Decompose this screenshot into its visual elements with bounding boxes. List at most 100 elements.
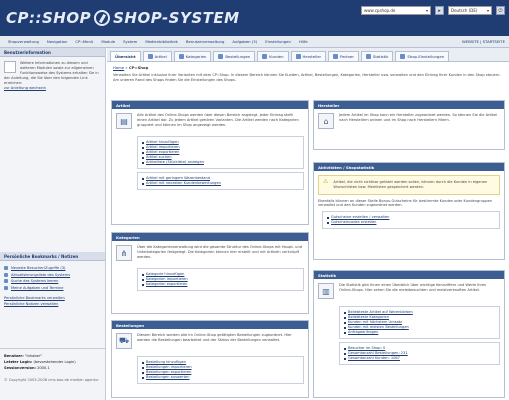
panel-title: Statistik bbox=[314, 271, 504, 279]
panel-title: Bestellungen bbox=[112, 321, 308, 329]
tab-bestellungen[interactable]: Bestellungen bbox=[213, 51, 256, 61]
go-button[interactable]: ▸ bbox=[435, 6, 444, 15]
chart-icon bbox=[365, 54, 371, 59]
panel-text: Die Statistik gibt Ihnen einen Überblick… bbox=[339, 283, 487, 292]
tab-label: Kunden bbox=[269, 54, 284, 59]
bookmark-label: Neueste Besucher/Zugriffe (3) bbox=[11, 266, 66, 271]
factory-icon bbox=[295, 54, 301, 59]
tab-label: Partner bbox=[340, 54, 354, 59]
action-list: Beliebteste Artikel auf Warenkörben Beli… bbox=[339, 306, 500, 339]
session-value: 2000.1 bbox=[37, 366, 50, 370]
stats-list: Besucher im Shop: 0 Gesamtanzahl Bestell… bbox=[339, 342, 500, 365]
menu-hilfe[interactable]: Hilfe bbox=[295, 39, 312, 44]
tree-icon: ⋔ bbox=[116, 245, 132, 261]
folder-icon bbox=[178, 54, 184, 59]
menu-medienbibliothek[interactable]: Medienbibliothek bbox=[141, 39, 182, 44]
menu-system[interactable]: System bbox=[119, 39, 141, 44]
stat-item: Gesamtanzahl Kunden: 1087 bbox=[344, 356, 495, 361]
action-link[interactable]: Anfrageanfragen bbox=[344, 330, 495, 335]
action-link[interactable]: Bestellungen auswerten bbox=[142, 375, 299, 380]
action-link[interactable]: Artikel mit neuesten Kundenbewertungen bbox=[142, 181, 299, 186]
power-icon: ⏻ bbox=[498, 7, 503, 14]
tab-hersteller[interactable]: Hersteller bbox=[290, 51, 327, 61]
sidebar-bookmarks-title: Persönliche Bookmarks / Notizen bbox=[0, 252, 105, 261]
panel-title: Hersteller bbox=[314, 101, 504, 109]
manage-notes-link[interactable]: Persönliche Notizen verwalten bbox=[0, 301, 105, 307]
menu-benutzerverwaltung[interactable]: Benutzerverwaltung bbox=[182, 39, 228, 44]
action-list: Bestellung hinzufügen Bestellungen impor… bbox=[137, 356, 304, 384]
website-select[interactable]: www.cpshop.de ▾ bbox=[361, 6, 431, 15]
tab-kunden[interactable]: Kunden bbox=[257, 51, 289, 61]
panel-text: Diesem Bereich werden alle im Online-Sho… bbox=[137, 333, 292, 342]
tab-partner[interactable]: Partner bbox=[328, 51, 359, 61]
sidebar-info-body: Weitere Informationen zu diesem und weit… bbox=[0, 57, 105, 95]
document-icon: ▤ bbox=[116, 113, 132, 129]
breadcrumb-home[interactable]: Home bbox=[113, 65, 124, 70]
app-header: CP::SHOP SHOP-SYSTEM www.cpshop.de ▾ ▸ D… bbox=[0, 0, 509, 36]
bookmark-list: Neueste Besucher/Zugriffe (3) Aktualisie… bbox=[0, 261, 105, 295]
tab-label: Shop-Einstellungen bbox=[407, 54, 445, 59]
language-select[interactable]: Deutsch (DE) ▾ bbox=[448, 6, 492, 15]
info-document-icon bbox=[4, 61, 16, 73]
bookmark-icon bbox=[4, 279, 8, 284]
shop-logo[interactable]: CP::SHOP SHOP-SYSTEM bbox=[6, 8, 240, 28]
menu-einstellungen[interactable]: Einstellungen bbox=[261, 39, 295, 44]
panel-text: Ebenfalls können an dieser Stelle Bonus-… bbox=[318, 198, 493, 208]
action-list: Gutscheine erstellen / verwalten Gutsche… bbox=[322, 211, 500, 230]
chevron-down-icon: ▾ bbox=[425, 8, 428, 13]
website-select-value: www.cpshop.de bbox=[364, 8, 396, 13]
manual-link[interactable]: zur Anleitung wechseln bbox=[4, 86, 101, 91]
tab-statistik[interactable]: Statistik bbox=[360, 51, 394, 61]
panel-artikel: Artikel ▤ Alle Artikel des Online-Shops … bbox=[111, 100, 309, 225]
action-list: Kategorie hinzufügen Kategorien importie… bbox=[137, 268, 304, 291]
bookmark-label: Meine Aufgaben und Termine bbox=[11, 285, 64, 290]
users-icon bbox=[262, 54, 268, 59]
menu-aufgaben[interactable]: Aufgaben (3) bbox=[228, 39, 261, 44]
panel-title: Kategorien bbox=[112, 233, 308, 241]
cart-icon bbox=[218, 54, 224, 59]
bookmark-icon bbox=[4, 266, 8, 271]
logo-mark-icon bbox=[94, 10, 111, 26]
factory-icon: ⌂ bbox=[318, 113, 334, 129]
menu-cp-menu[interactable]: CP::Menü bbox=[71, 39, 97, 44]
action-link[interactable]: Gutscheincodes erstellen bbox=[327, 220, 495, 225]
tab-label: Artikel bbox=[154, 54, 167, 59]
tab-artikel[interactable]: Artikel bbox=[142, 51, 172, 61]
gear-icon bbox=[400, 54, 406, 59]
action-link[interactable]: Artikelliste (Stückliste) anzeigen bbox=[142, 160, 299, 165]
sidebar-info-text: Weitere Informationen zu diesem und weit… bbox=[4, 61, 99, 85]
panel-hersteller: Hersteller ⌂ Jedem Artikel im Shop kann … bbox=[313, 100, 505, 150]
panel-title: Aktivitäten / Shopstatistik bbox=[314, 163, 504, 171]
website-startseite-link[interactable]: WEBSITE | STARTSEITE bbox=[462, 39, 509, 44]
action-link[interactable]: Kategorien exportieren bbox=[142, 282, 299, 287]
tab-kategorien[interactable]: Kategorien bbox=[173, 51, 212, 61]
menu-shopverwaltung[interactable]: Shopverwaltung bbox=[4, 39, 43, 44]
alert-text: Artikel, die nicht sichtbar gelistet wer… bbox=[333, 180, 488, 189]
intro-text: Verwalten Sie Artikel inklusive ihrer Va… bbox=[113, 73, 501, 82]
bookmark-item[interactable]: Meine Aufgaben und Termine bbox=[4, 285, 101, 292]
panel-text: Alle Artikel des Online-Shops werden übe… bbox=[137, 113, 299, 127]
tab-label: Übersicht bbox=[115, 54, 136, 59]
panel-statistik: Statistik ▥ Die Statistik gibt Ihnen ein… bbox=[313, 270, 505, 398]
bookmark-label: Aktualisierungsliste des Systems bbox=[11, 272, 71, 277]
tab-label: Hersteller bbox=[302, 54, 322, 59]
tab-shop-einstellungen[interactable]: Shop-Einstellungen bbox=[395, 51, 450, 61]
action-list: Artikel hinzufügen Artikel importieren A… bbox=[137, 136, 304, 169]
session-label: Sessionversion: bbox=[4, 366, 36, 370]
article-icon bbox=[147, 54, 153, 59]
bookmark-label: Suche des Systems leeren bbox=[11, 279, 59, 284]
action-list: Artikel mit geringem Warenbestand Artike… bbox=[137, 172, 304, 190]
user-label: Benutzer: bbox=[4, 354, 24, 358]
arrow-right-icon: ▸ bbox=[438, 7, 441, 14]
module-tabbar: Übersicht Artikel Kategorien Bestellunge… bbox=[107, 48, 509, 62]
menu-module[interactable]: Module bbox=[97, 39, 119, 44]
tab-label: Bestellungen bbox=[225, 54, 251, 59]
tab-uebersicht[interactable]: Übersicht bbox=[110, 51, 141, 61]
menu-navigation[interactable]: Navigation bbox=[43, 39, 71, 44]
logout-button[interactable]: ⏻ bbox=[496, 6, 505, 15]
logo-text-right: SHOP-SYSTEM bbox=[113, 9, 240, 27]
panel-bestellungen: Bestellungen ⛟ Diesem Bereich werden all… bbox=[111, 320, 309, 398]
panel-kategorien: Kategorien ⋔ Über die Kategorienverwaltu… bbox=[111, 232, 309, 314]
warning-icon: ⚠ bbox=[323, 178, 329, 185]
chart-icon: ▥ bbox=[318, 283, 334, 299]
